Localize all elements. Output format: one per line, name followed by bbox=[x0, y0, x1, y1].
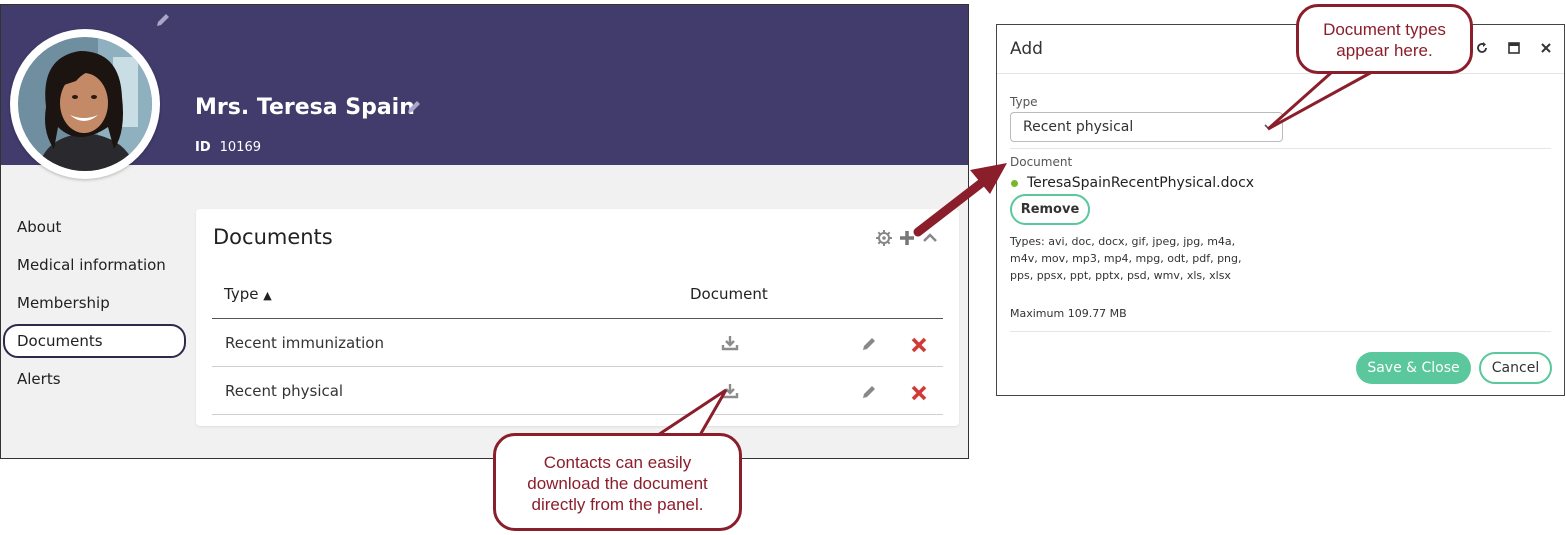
edit-pencil-icon[interactable] bbox=[860, 335, 878, 353]
avatar[interactable] bbox=[18, 37, 152, 171]
id-label: ID bbox=[195, 140, 211, 155]
nav-item-alerts[interactable]: Alerts bbox=[5, 364, 183, 394]
callout-download-line2: download the document bbox=[527, 474, 708, 493]
field-divider bbox=[1010, 148, 1551, 149]
dialog-title: Add bbox=[1010, 39, 1043, 59]
nav-item-about[interactable]: About bbox=[5, 212, 183, 242]
column-header-type-label: Type bbox=[224, 285, 259, 303]
cancel-button[interactable]: Cancel bbox=[1479, 352, 1552, 384]
add-document-dialog: Add Type Recent physical Document Teresa… bbox=[996, 24, 1565, 396]
collapse-chevron-up-icon[interactable] bbox=[923, 233, 937, 242]
avatar-frame bbox=[10, 29, 160, 179]
callout-document-types: Document types appear here. bbox=[1296, 4, 1473, 74]
chevron-down-icon bbox=[1264, 124, 1274, 131]
avatar-edit-pencil-icon[interactable] bbox=[155, 12, 171, 28]
type-select[interactable]: Recent physical bbox=[1010, 112, 1283, 142]
callout-download: Contacts can easily download the documen… bbox=[493, 433, 742, 531]
nav-item-medical-information[interactable]: Medical information bbox=[5, 250, 183, 280]
delete-x-icon[interactable] bbox=[910, 384, 928, 402]
callout-types-line2: appear here. bbox=[1336, 41, 1433, 60]
add-plus-icon[interactable] bbox=[900, 231, 914, 245]
id-value: 10169 bbox=[219, 140, 261, 155]
avatar-photo bbox=[18, 37, 152, 171]
type-select-value: Recent physical bbox=[1023, 119, 1134, 135]
allowed-file-types: Types: avi, doc, docx, gif, jpeg, jpg, m… bbox=[1010, 235, 1242, 282]
contact-profile-panel: Mrs. Teresa Spain ID 10169 About Medical … bbox=[0, 4, 969, 459]
uploaded-file-name: TeresaSpainRecentPhysical.docx bbox=[1027, 175, 1255, 191]
refresh-icon[interactable] bbox=[1475, 41, 1489, 55]
column-header-type[interactable]: Type ▲ bbox=[224, 285, 272, 303]
card-toolbar-icons bbox=[876, 230, 937, 246]
name-edit-pencil-icon[interactable] bbox=[406, 99, 422, 115]
close-icon[interactable] bbox=[1539, 41, 1553, 55]
sort-ascending-icon: ▲ bbox=[263, 289, 272, 302]
callout-types-line1: Document types bbox=[1323, 20, 1446, 39]
edit-pencil-icon[interactable] bbox=[860, 383, 878, 401]
download-icon[interactable] bbox=[721, 334, 739, 352]
contact-id-row: ID 10169 bbox=[195, 140, 261, 155]
max-file-size: Maximum 109.77 MB bbox=[1010, 307, 1127, 320]
dialog-header-divider bbox=[997, 73, 1564, 74]
download-icon[interactable] bbox=[721, 382, 739, 400]
callout-download-line3: directly from the panel. bbox=[531, 495, 704, 514]
document-field-label: Document bbox=[1010, 155, 1073, 169]
remove-file-button[interactable]: Remove bbox=[1010, 194, 1090, 225]
documents-card: Documents Type ▲ Document Recent immuniz… bbox=[196, 209, 959, 426]
type-field-label: Type bbox=[1010, 95, 1038, 109]
delete-x-icon[interactable] bbox=[910, 336, 928, 354]
nav-item-documents[interactable]: Documents bbox=[3, 324, 186, 358]
row-divider bbox=[212, 414, 943, 415]
header-divider bbox=[212, 318, 943, 319]
row-divider bbox=[212, 366, 943, 367]
documents-card-title: Documents bbox=[213, 225, 333, 249]
save-close-button[interactable]: Save & Close bbox=[1356, 352, 1471, 384]
column-header-document: Document bbox=[690, 285, 768, 303]
row-type-cell: Recent immunization bbox=[225, 334, 384, 352]
upload-status-dot bbox=[1011, 180, 1018, 187]
callout-download-line1: Contacts can easily bbox=[543, 453, 692, 472]
gear-icon[interactable] bbox=[876, 230, 892, 246]
maximize-icon[interactable] bbox=[1507, 41, 1521, 55]
nav-item-membership[interactable]: Membership bbox=[5, 288, 183, 318]
row-type-cell: Recent physical bbox=[225, 382, 344, 400]
footer-divider bbox=[1010, 331, 1551, 332]
contact-name: Mrs. Teresa Spain bbox=[195, 95, 415, 120]
card-toolbar bbox=[875, 229, 939, 251]
